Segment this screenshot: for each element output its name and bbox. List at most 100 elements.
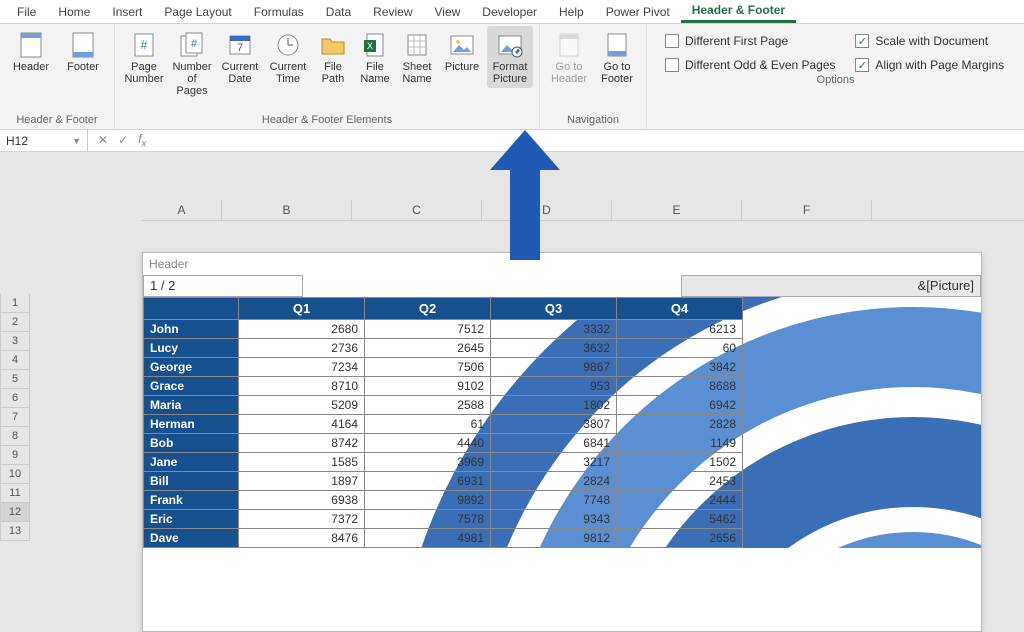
data-cell[interactable]: 2828 xyxy=(617,415,743,434)
data-cell[interactable]: 61 xyxy=(365,415,491,434)
data-cell[interactable]: 9867 xyxy=(491,358,617,377)
name-cell[interactable]: Maria xyxy=(144,396,239,415)
data-cell[interactable]: 8688 xyxy=(617,377,743,396)
data-cell[interactable]: 1897 xyxy=(239,472,365,491)
data-cell[interactable]: 2588 xyxy=(365,396,491,415)
data-cell[interactable]: 1802 xyxy=(491,396,617,415)
tab-view[interactable]: View xyxy=(424,2,472,22)
row-header[interactable]: 6 xyxy=(0,389,30,408)
tab-header-footer[interactable]: Header & Footer xyxy=(681,0,796,23)
tab-developer[interactable]: Developer xyxy=(471,2,548,22)
column-header[interactable]: F xyxy=(742,200,872,220)
name-cell[interactable]: Frank xyxy=(144,491,239,510)
data-cell[interactable]: 1149 xyxy=(617,434,743,453)
data-cell[interactable]: 2824 xyxy=(491,472,617,491)
data-cell[interactable]: 4164 xyxy=(239,415,365,434)
data-cell[interactable]: 8710 xyxy=(239,377,365,396)
cancel-icon[interactable]: ✕ xyxy=(98,133,108,147)
row-header[interactable]: 7 xyxy=(0,408,30,427)
data-cell[interactable]: 3217 xyxy=(491,453,617,472)
data-cell[interactable]: 3332 xyxy=(491,320,617,339)
tab-review[interactable]: Review xyxy=(362,2,423,22)
tab-formulas[interactable]: Formulas xyxy=(243,2,315,22)
data-cell[interactable]: 7512 xyxy=(365,320,491,339)
column-header[interactable]: B xyxy=(222,200,352,220)
data-cell[interactable]: 3632 xyxy=(491,339,617,358)
sheet-name-button[interactable]: Sheet Name xyxy=(397,26,437,88)
data-cell[interactable]: 4440 xyxy=(365,434,491,453)
header-center-section[interactable] xyxy=(303,275,681,297)
tab-file[interactable]: File xyxy=(6,2,47,22)
name-cell[interactable]: Bill xyxy=(144,472,239,491)
data-cell[interactable]: 6938 xyxy=(239,491,365,510)
name-cell[interactable]: Bob xyxy=(144,434,239,453)
tab-insert[interactable]: Insert xyxy=(101,2,153,22)
column-header[interactable]: E xyxy=(612,200,742,220)
page-number-button[interactable]: # Page Number xyxy=(121,26,167,88)
header-left-section[interactable]: 1 / 2 xyxy=(143,275,303,297)
file-name-button[interactable]: X File Name xyxy=(355,26,395,88)
data-cell[interactable]: 7372 xyxy=(239,510,365,529)
goto-footer-button[interactable]: Go to Footer xyxy=(594,26,640,88)
row-header[interactable]: 5 xyxy=(0,370,30,389)
data-cell[interactable]: 7234 xyxy=(239,358,365,377)
number-of-pages-button[interactable]: # Number of Pages xyxy=(169,26,215,100)
header-right-section[interactable]: &[Picture] xyxy=(681,275,981,297)
name-cell[interactable]: Eric xyxy=(144,510,239,529)
data-cell[interactable]: 2444 xyxy=(617,491,743,510)
picture-button[interactable]: Picture xyxy=(439,26,485,88)
data-cell[interactable]: 2645 xyxy=(365,339,491,358)
data-cell[interactable]: 5462 xyxy=(617,510,743,529)
data-cell[interactable]: 953 xyxy=(491,377,617,396)
row-header[interactable]: 2 xyxy=(0,313,30,332)
column-header[interactable]: C xyxy=(352,200,482,220)
data-cell[interactable]: 2680 xyxy=(239,320,365,339)
row-header[interactable]: 9 xyxy=(0,446,30,465)
column-header[interactable]: A xyxy=(142,200,222,220)
data-cell[interactable]: 9812 xyxy=(491,529,617,548)
row-header[interactable]: 1 xyxy=(0,294,30,313)
data-cell[interactable]: 7506 xyxy=(365,358,491,377)
data-cell[interactable]: 8476 xyxy=(239,529,365,548)
tab-home[interactable]: Home xyxy=(47,2,101,22)
name-cell[interactable]: Dave xyxy=(144,529,239,548)
footer-button[interactable]: Footer xyxy=(58,26,108,88)
tab-power-pivot[interactable]: Power Pivot xyxy=(595,2,681,22)
data-cell[interactable]: 9102 xyxy=(365,377,491,396)
data-cell[interactable]: 2736 xyxy=(239,339,365,358)
option-align-with-margins[interactable]: ✓ Align with Page Margins xyxy=(855,58,1006,72)
option-scale-with-document[interactable]: ✓ Scale with Document xyxy=(855,34,1006,48)
data-cell[interactable]: 6942 xyxy=(617,396,743,415)
formula-input[interactable] xyxy=(156,130,1024,151)
current-date-button[interactable]: 7 Current Date xyxy=(217,26,263,88)
data-cell[interactable]: 1502 xyxy=(617,453,743,472)
row-header[interactable]: 4 xyxy=(0,351,30,370)
name-cell[interactable]: John xyxy=(144,320,239,339)
row-header[interactable]: 13 xyxy=(0,522,30,541)
data-cell[interactable]: 60 xyxy=(617,339,743,358)
data-cell[interactable]: 8742 xyxy=(239,434,365,453)
row-header[interactable]: 11 xyxy=(0,484,30,503)
name-cell[interactable]: Jane xyxy=(144,453,239,472)
data-cell[interactable]: 7578 xyxy=(365,510,491,529)
data-cell[interactable]: 1585 xyxy=(239,453,365,472)
name-cell[interactable]: Herman xyxy=(144,415,239,434)
option-different-first-page[interactable]: Different First Page xyxy=(665,34,837,48)
data-cell[interactable]: 3842 xyxy=(617,358,743,377)
tab-data[interactable]: Data xyxy=(315,2,362,22)
data-cell[interactable]: 2656 xyxy=(617,529,743,548)
row-header[interactable]: 12 xyxy=(0,503,30,522)
row-header[interactable]: 8 xyxy=(0,427,30,446)
current-time-button[interactable]: Current Time xyxy=(265,26,311,88)
data-cell[interactable]: 2453 xyxy=(617,472,743,491)
data-cell[interactable]: 6841 xyxy=(491,434,617,453)
name-cell[interactable]: Grace xyxy=(144,377,239,396)
data-cell[interactable]: 3969 xyxy=(365,453,491,472)
row-header[interactable]: 3 xyxy=(0,332,30,351)
data-cell[interactable]: 5209 xyxy=(239,396,365,415)
enter-icon[interactable]: ✓ xyxy=(118,133,128,147)
header-button[interactable]: Header xyxy=(6,26,56,88)
format-picture-button[interactable]: Format Picture xyxy=(487,26,533,88)
fx-icon[interactable]: fx xyxy=(138,132,146,149)
name-box[interactable]: H12 ▼ xyxy=(0,130,88,151)
